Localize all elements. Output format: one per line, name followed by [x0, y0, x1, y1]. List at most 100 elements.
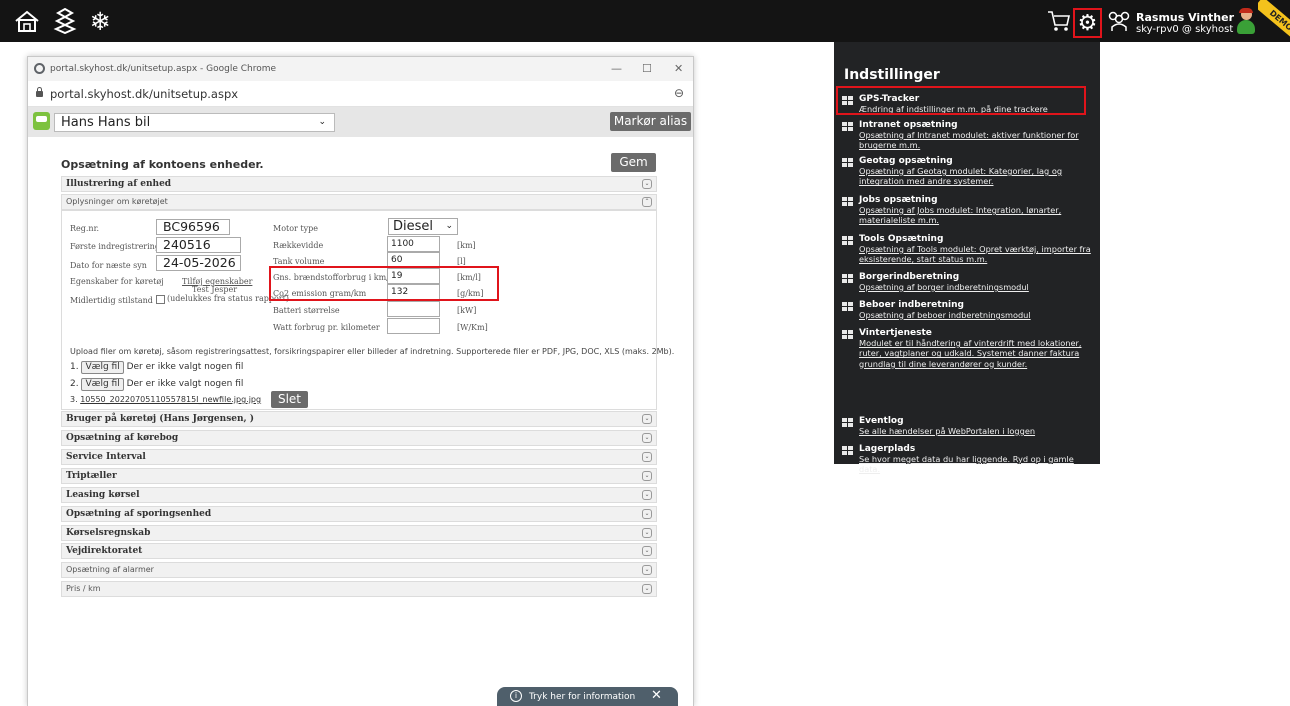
- expand-icon[interactable]: ⌄: [642, 509, 652, 519]
- section-road-directorate[interactable]: Vejdirektoratet ⌄: [61, 543, 657, 559]
- tank-unit: [l]: [457, 257, 466, 266]
- expand-icon[interactable]: ⌄: [642, 179, 652, 189]
- section-label: Bruger på køretøj (Hans Jørgensen, ): [66, 414, 255, 424]
- close-icon[interactable]: ✕: [651, 688, 662, 703]
- maximize-icon[interactable]: ☐: [642, 62, 652, 75]
- tank-label: Tank volume: [273, 257, 325, 266]
- info-toast[interactable]: i Tryk her for information ✕: [497, 687, 678, 706]
- settings-menu-title: Indstillinger: [844, 67, 940, 83]
- row-number: 3.: [70, 395, 78, 404]
- menu-item-desc: Opsætning af Tools modulet: Opret værktø…: [859, 244, 1091, 265]
- next-inspection-input[interactable]: 24-05-2026: [156, 255, 241, 271]
- page-title: Opsætning af kontoens enheder.: [61, 158, 264, 171]
- fuel-co2-highlight: [269, 266, 499, 301]
- motor-select[interactable]: Diesel ⌄: [388, 218, 458, 235]
- demo-ribbon: DEMO: [1258, 0, 1290, 42]
- user-account: sky-rpv0 @ skyhost: [1136, 24, 1234, 35]
- menu-item-name[interactable]: Eventlog: [859, 416, 904, 426]
- chevron-down-icon: ⌄: [445, 221, 453, 231]
- grid-icon: [842, 418, 853, 427]
- upload-row-3: 3. 10550_20220705110557815I_newfile.jpg.…: [70, 395, 261, 404]
- expand-icon[interactable]: ⌄: [642, 584, 652, 594]
- section-price-per-km[interactable]: Pris / km ⌄: [61, 581, 657, 597]
- vehicle-select-value: Hans Hans bil: [61, 115, 151, 130]
- section-label: Opsætning af kørebog: [66, 433, 179, 443]
- menu-item-desc: Opsætning af borger indberetningsmodul: [859, 282, 1029, 292]
- battery-label: Batteri størrelse: [273, 306, 340, 315]
- menu-item-name[interactable]: Vintertjeneste: [859, 328, 932, 338]
- first-reg-input[interactable]: 240516: [156, 237, 241, 253]
- uploaded-file-link[interactable]: 10550_20220705110557815I_newfile.jpg.jpg: [80, 395, 261, 404]
- toast-text[interactable]: Tryk her for information: [529, 692, 635, 702]
- info-icon: i: [510, 690, 522, 702]
- collapse-icon[interactable]: ⌃: [642, 197, 652, 207]
- browser-titlebar: portal.skyhost.dk/unitsetup.aspx - Googl…: [28, 57, 693, 81]
- menu-item-name[interactable]: Beboer indberetning: [859, 300, 964, 310]
- expand-icon[interactable]: ⌄: [642, 452, 652, 462]
- section-trip-counter[interactable]: Triptæller ⌄: [61, 468, 657, 484]
- chrome-icon: [34, 63, 45, 74]
- save-button[interactable]: Gem: [611, 153, 656, 172]
- choose-file-button[interactable]: Vælg fil: [81, 378, 124, 391]
- section-leasing[interactable]: Leasing kørsel ⌄: [61, 487, 657, 503]
- watt-input[interactable]: [387, 318, 440, 334]
- section-label: Pris / km: [66, 584, 101, 593]
- expand-icon[interactable]: ⌄: [642, 565, 652, 575]
- menu-item-name[interactable]: Geotag opsætning: [859, 156, 953, 166]
- section-label: Service Interval: [66, 452, 146, 462]
- next-inspection-label: Dato for næste syn: [70, 261, 147, 270]
- menu-item-name[interactable]: Borgerindberetning: [859, 272, 959, 282]
- motor-select-value: Diesel: [393, 219, 434, 234]
- close-icon[interactable]: ✕: [674, 62, 683, 75]
- menu-item-name[interactable]: Intranet opsætning: [859, 120, 958, 130]
- avatar[interactable]: [1235, 8, 1257, 35]
- section-label: Oplysninger om køretøjet: [66, 197, 168, 206]
- range-input[interactable]: 1100: [387, 236, 440, 252]
- watt-unit: [W/Km]: [457, 323, 488, 332]
- menu-item-name[interactable]: Tools Opsætning: [859, 234, 943, 244]
- upload-description: Upload filer om køretøj, såsom registrer…: [70, 347, 675, 356]
- row-number: 1.: [70, 362, 79, 372]
- section-label: Illustrering af enhed: [66, 179, 172, 189]
- section-user[interactable]: Bruger på køretøj (Hans Jørgensen, ) ⌄: [61, 411, 657, 427]
- expand-icon[interactable]: ⌄: [642, 471, 652, 481]
- minimize-icon[interactable]: —: [611, 62, 622, 75]
- marker-alias-button[interactable]: Markør alias: [610, 112, 691, 131]
- top-bar: ❄ ⚙ Rasmus Vinther sky-rpv0 @ skyhost DE…: [0, 0, 1290, 42]
- expand-icon[interactable]: ⌄: [642, 433, 652, 443]
- gear-icon[interactable]: ⚙: [1075, 8, 1100, 40]
- section-logbook[interactable]: Opsætning af kørebog ⌄: [61, 430, 657, 446]
- props-value: Test Jesper: [192, 285, 238, 294]
- choose-file-button[interactable]: Vælg fil: [81, 361, 124, 374]
- vehicle-icon: [33, 112, 50, 130]
- address-bar[interactable]: portal.skyhost.dk/unitsetup.aspx ⊖: [28, 81, 693, 107]
- menu-item-desc: Opsætning af beboer indberetningsmodul: [859, 310, 1031, 320]
- props-label: Egenskaber for køretøj: [70, 277, 164, 286]
- section-service-interval[interactable]: Service Interval ⌄: [61, 449, 657, 465]
- menu-item-name[interactable]: Lagerplads: [859, 444, 915, 454]
- menu-item-name[interactable]: Jobs opsætning: [859, 195, 938, 205]
- expand-icon[interactable]: ⌄: [642, 490, 652, 500]
- section-alarms[interactable]: Opsætning af alarmer ⌄: [61, 562, 657, 578]
- checkbox[interactable]: [156, 294, 165, 304]
- section-label: Triptæller: [66, 471, 117, 481]
- vehicle-select[interactable]: Hans Hans bil ⌄: [54, 113, 335, 132]
- user-name[interactable]: Rasmus Vinther: [1136, 11, 1234, 24]
- users-icon[interactable]: [1103, 5, 1135, 37]
- delete-file-button[interactable]: Slet: [271, 391, 308, 408]
- expand-icon[interactable]: ⌄: [642, 546, 652, 556]
- address-url[interactable]: portal.skyhost.dk/unitsetup.aspx: [50, 87, 238, 101]
- section-driving-accounts[interactable]: Kørselsregnskab ⌄: [61, 525, 657, 541]
- section-tracking-unit[interactable]: Opsætning af sporingsenhed ⌄: [61, 506, 657, 522]
- reg-input[interactable]: BC96596: [156, 219, 230, 235]
- section-vehicle-info[interactable]: Oplysninger om køretøjet ⌃: [61, 194, 657, 210]
- section-illustration[interactable]: Illustrering af enhed ⌄: [61, 176, 657, 192]
- home-icon[interactable]: [11, 5, 43, 37]
- snowflake-icon[interactable]: ❄: [84, 5, 116, 37]
- expand-icon[interactable]: ⌄: [642, 528, 652, 538]
- road-icon[interactable]: [49, 5, 81, 37]
- battery-input[interactable]: [387, 301, 440, 317]
- cart-icon[interactable]: [1043, 5, 1075, 37]
- zoom-icon[interactable]: ⊖: [674, 86, 684, 100]
- expand-icon[interactable]: ⌄: [642, 414, 652, 424]
